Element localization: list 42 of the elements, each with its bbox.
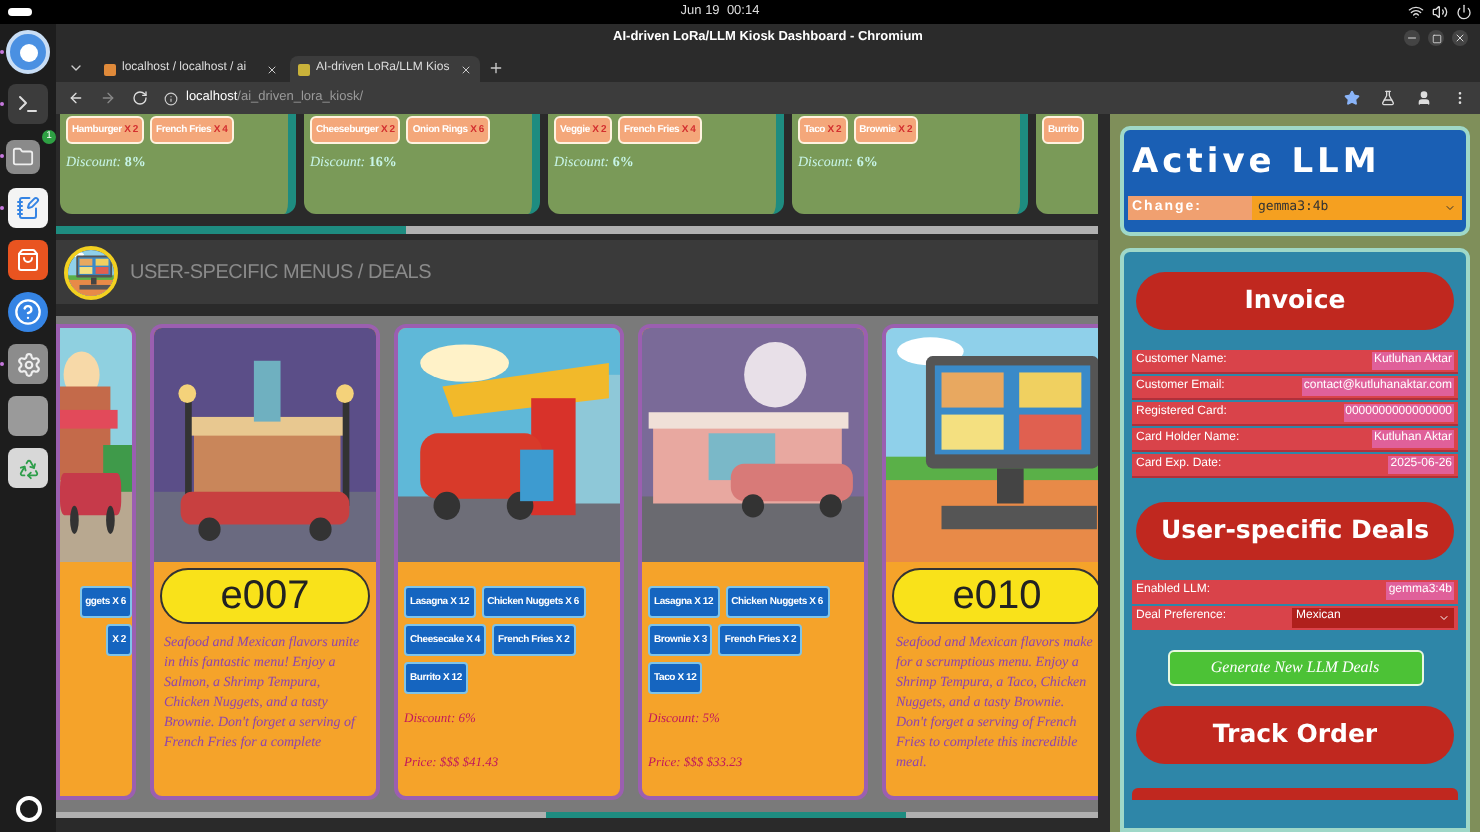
forward-icon[interactable]	[100, 90, 116, 106]
close-tab-icon[interactable]	[266, 63, 278, 75]
new-tab-icon[interactable]	[488, 59, 504, 75]
scrollbar-track[interactable]	[56, 812, 1098, 818]
trash-icon[interactable]	[8, 448, 48, 488]
track-order-button[interactable]: Track Order	[1136, 705, 1454, 763]
llm-title: Active LLM	[1130, 140, 1383, 186]
app-icon[interactable]	[8, 396, 48, 436]
apps-grid-icon[interactable]	[15, 795, 41, 821]
power-icon[interactable]	[1456, 4, 1472, 20]
minimize-icon[interactable]	[1404, 30, 1420, 46]
section-title: USER-SPECIFIC MENUS / DEALS	[130, 259, 432, 287]
bookmark-star-icon[interactable]	[1344, 90, 1360, 106]
site-info-icon[interactable]	[164, 91, 178, 105]
chevron-icon	[1438, 611, 1450, 623]
notepad-icon[interactable]	[8, 188, 48, 228]
browser-icon[interactable]	[6, 30, 50, 74]
deal-code: e010	[892, 568, 1098, 624]
invoice-button[interactable]: Invoice	[1136, 271, 1454, 329]
favicon-icon	[104, 63, 116, 75]
terminal-icon[interactable]	[8, 84, 48, 124]
scrollbar-track[interactable]	[56, 226, 1098, 234]
chevron-icon	[1444, 201, 1456, 213]
reload-icon[interactable]	[132, 90, 148, 106]
workspace-indicator[interactable]	[8, 8, 32, 16]
scrollbar-thumb[interactable]	[546, 812, 906, 818]
maximize-icon[interactable]	[1428, 30, 1444, 46]
help-icon[interactable]	[8, 292, 48, 332]
volume-icon[interactable]	[1432, 4, 1448, 20]
back-icon[interactable]	[68, 90, 84, 106]
folder-icon[interactable]	[6, 139, 40, 173]
close-icon[interactable]	[1452, 30, 1468, 46]
profile-icon[interactable]	[1416, 90, 1432, 106]
favicon-icon	[298, 63, 310, 75]
settings-icon[interactable]	[8, 344, 48, 384]
store-icon[interactable]	[8, 240, 48, 280]
scrollbar-thumb[interactable]	[56, 226, 406, 234]
deals-button[interactable]: User-specific Deals	[1136, 501, 1454, 559]
close-tab-icon[interactable]	[460, 63, 472, 75]
wifi-icon[interactable]	[1408, 4, 1424, 20]
deal-code: e007	[160, 568, 370, 624]
flask-icon[interactable]	[1380, 90, 1396, 106]
